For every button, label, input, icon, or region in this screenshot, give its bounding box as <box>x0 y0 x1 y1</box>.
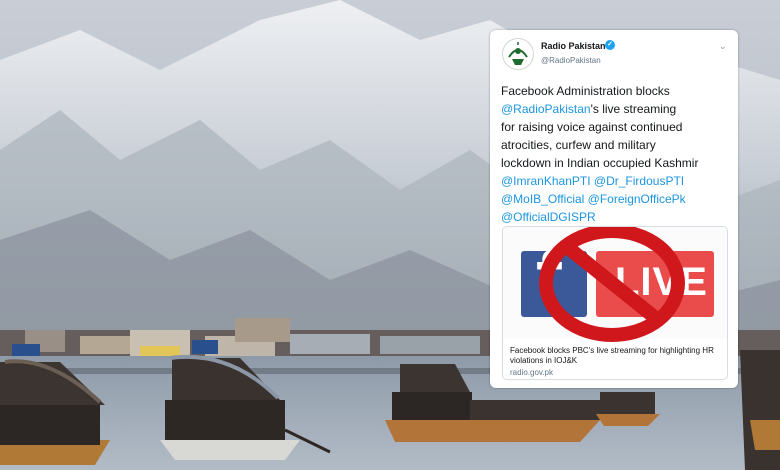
tweet-line: lockdown in Indian occupied Kashmir <box>501 154 733 172</box>
verified-badge-icon: ✓ <box>605 40 615 50</box>
tweet-line: for raising voice against continued <box>501 118 733 136</box>
link-preview-title: Facebook blocks PBC's live streaming for… <box>510 346 714 365</box>
link-preview-image: f LIVE <box>503 227 727 342</box>
mention-link[interactable]: @OfficialDGISPR <box>501 210 596 224</box>
tweet-line: @ImranKhanPTI @Dr_FirdousPTI <box>501 172 733 190</box>
link-preview-domain: radio.gov.pk <box>510 368 553 377</box>
link-preview-card[interactable]: f LIVE Facebook blocks PBC's live stream… <box>502 226 728 380</box>
tweet-line: @RadioPakistan's live streaming <box>501 100 733 118</box>
tweet-text-segment: Facebook Administration blocks <box>501 84 670 98</box>
tweet-text-segment: lockdown in Indian occupied Kashmir <box>501 156 699 170</box>
tweet-text-segment: atrocities, curfew and military <box>501 138 656 152</box>
radio-pakistan-logo[interactable] <box>502 38 534 70</box>
mention-link[interactable]: @Dr_FirdousPTI <box>594 174 684 188</box>
account-handle[interactable]: @RadioPakistan <box>541 56 601 65</box>
chevron-down-icon[interactable]: ⌄ <box>719 41 727 52</box>
tweet-line: @OfficialDGISPR <box>501 208 733 226</box>
tweet-text-segment: for raising voice against continued <box>501 120 683 134</box>
mention-link[interactable]: @ForeignOfficePk <box>588 192 686 206</box>
tweet-line: @MoIB_Official @ForeignOfficePk <box>501 190 733 208</box>
tweet-line: atrocities, curfew and military <box>501 136 733 154</box>
tweet-text: Facebook Administration blocks @RadioPaki… <box>501 82 733 226</box>
mention-link[interactable]: @MoIB_Official <box>501 192 584 206</box>
mention-link[interactable]: @ImranKhanPTI <box>501 174 591 188</box>
prohibition-icon <box>539 227 685 342</box>
tweet-text-segment: 's live streaming <box>590 102 677 116</box>
account-name[interactable]: Radio Pakistan <box>541 41 606 51</box>
embedded-tweet-card: Radio Pakistan ✓ @RadioPakistan ⌄ Facebo… <box>490 30 738 388</box>
tweet-line: Facebook Administration blocks <box>501 82 733 100</box>
mention-link[interactable]: @RadioPakistan <box>501 102 591 116</box>
